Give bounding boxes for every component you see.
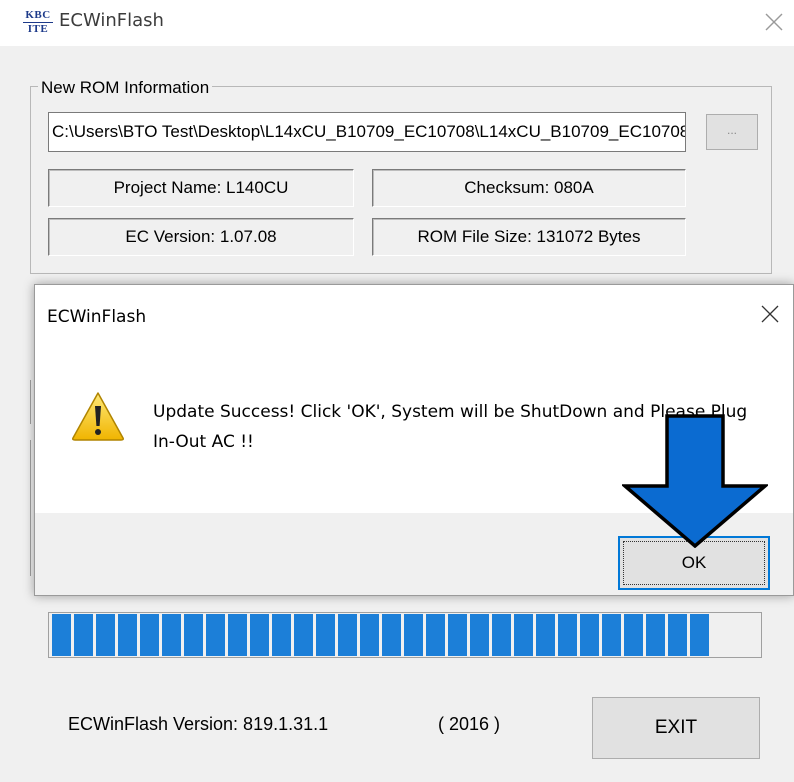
dialog-title: ECWinFlash	[47, 307, 147, 327]
progress-segment	[470, 614, 489, 656]
progress-segment	[250, 614, 269, 656]
progress-bar	[52, 614, 709, 656]
logo-top-text: KBC	[23, 10, 53, 23]
ec-version-box: EC Version: 1.07.08	[48, 218, 354, 256]
version-label: ECWinFlash Version: 819.1.31.1	[68, 714, 329, 734]
close-icon[interactable]	[757, 301, 783, 327]
progress-segment	[316, 614, 335, 656]
progress-segment	[646, 614, 665, 656]
progress-segment	[404, 614, 423, 656]
project-name-box: Project Name: L140CU	[48, 169, 354, 207]
progress-segment	[382, 614, 401, 656]
warning-icon	[72, 392, 124, 441]
progress-segment	[228, 614, 247, 656]
progress-segment	[338, 614, 357, 656]
progress-segment	[272, 614, 291, 656]
progress-segment	[536, 614, 555, 656]
progress-segment	[492, 614, 511, 656]
window-title: ECWinFlash	[59, 10, 164, 31]
logo-bottom-text: ITE	[27, 23, 49, 35]
progress-segment	[360, 614, 379, 656]
progress-segment	[184, 614, 203, 656]
progress-segment	[206, 614, 225, 656]
rom-path-field[interactable]: C:\Users\BTO Test\Desktop\L14xCU_B10709_…	[48, 112, 686, 152]
progress-segment	[294, 614, 313, 656]
progress-segment	[580, 614, 599, 656]
kbc-ite-logo: KBC ITE	[23, 10, 53, 35]
progress-segment	[74, 614, 93, 656]
title-bar: KBC ITE ECWinFlash	[0, 0, 794, 46]
close-icon[interactable]	[760, 8, 788, 36]
progress-segment	[52, 614, 71, 656]
progress-segment	[448, 614, 467, 656]
progress-segment	[140, 614, 159, 656]
progress-segment	[118, 614, 137, 656]
rom-file-size-box: ROM File Size: 131072 Bytes	[372, 218, 686, 256]
exit-button[interactable]: EXIT	[592, 697, 760, 759]
progress-segment	[426, 614, 445, 656]
year-label: ( 2016 )	[438, 714, 501, 734]
progress-segment	[690, 614, 709, 656]
rom-info-group-label: New ROM Information	[38, 78, 213, 98]
progress-segment	[162, 614, 181, 656]
down-arrow-icon	[622, 414, 768, 548]
progress-segment	[96, 614, 115, 656]
progress-segment	[514, 614, 533, 656]
progress-segment	[602, 614, 621, 656]
browse-button[interactable]: ...	[706, 114, 758, 150]
progress-segment	[624, 614, 643, 656]
progress-segment	[668, 614, 687, 656]
progress-segment	[558, 614, 577, 656]
checksum-box: Checksum: 080A	[372, 169, 686, 207]
